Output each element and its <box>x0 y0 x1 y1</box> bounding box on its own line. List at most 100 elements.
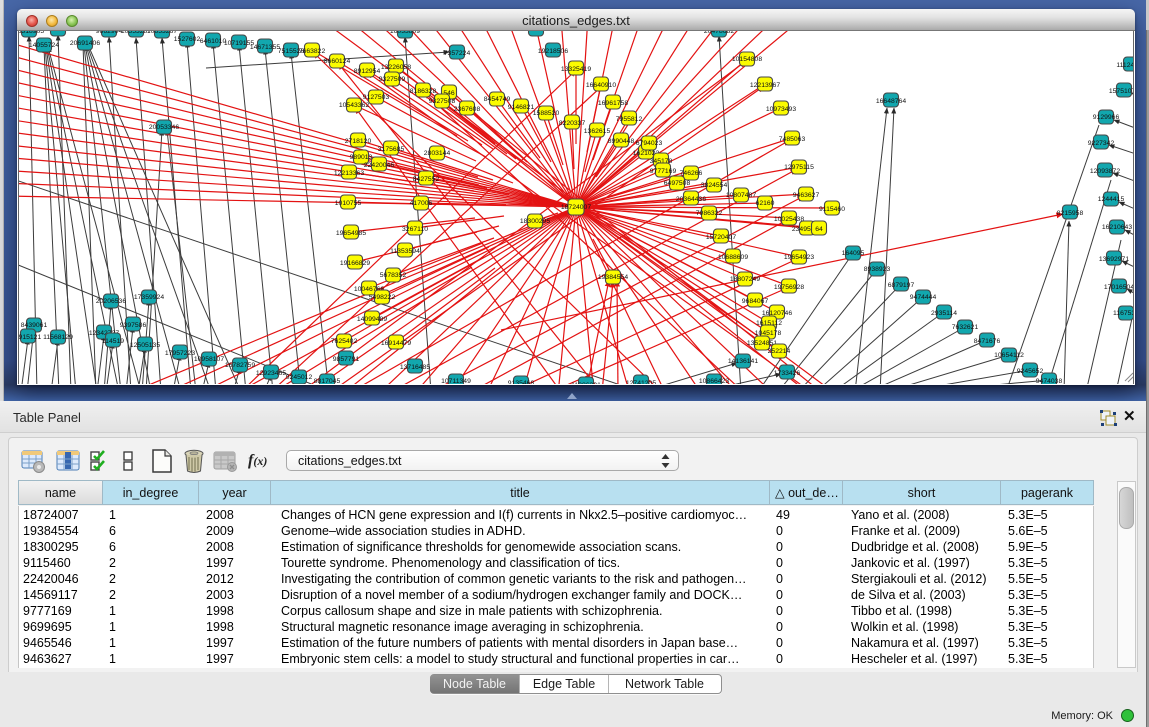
svg-text:9474038: 9474038 <box>1036 378 1063 384</box>
svg-text:16033809: 16033809 <box>390 31 420 35</box>
svg-text:12213967: 12213967 <box>750 82 780 89</box>
svg-text:2367608: 2367608 <box>454 106 481 113</box>
svg-text:9777169: 9777169 <box>650 168 677 175</box>
svg-text:10973493: 10973493 <box>766 106 796 113</box>
svg-text:8454749: 8454749 <box>484 96 511 103</box>
svg-text:8439061: 8439061 <box>21 322 48 329</box>
svg-text:17957223: 17957223 <box>165 350 195 357</box>
svg-text:15720407: 15720407 <box>706 234 736 241</box>
svg-text:16210643: 16210643 <box>1102 224 1132 231</box>
svg-text:16318905: 16318905 <box>19 31 44 35</box>
svg-text:64: 64 <box>815 226 823 233</box>
svg-text:19384554: 19384554 <box>598 274 628 281</box>
svg-text:10688609: 10688609 <box>718 254 748 261</box>
svg-text:12975115: 12975115 <box>784 164 814 171</box>
svg-text:14136141: 14136141 <box>728 358 758 365</box>
svg-text:9684067: 9684067 <box>742 298 769 305</box>
svg-text:8220337: 8220337 <box>559 120 586 127</box>
svg-text:19654985: 19654985 <box>336 230 366 237</box>
svg-text:3824554: 3824554 <box>701 182 728 189</box>
svg-text:9127503: 9127503 <box>363 94 390 101</box>
svg-text:1588520: 1588520 <box>533 110 560 117</box>
svg-text:12505135: 12505135 <box>130 342 160 349</box>
svg-text:18300295: 18300295 <box>520 218 550 225</box>
svg-text:3175685: 3175685 <box>378 146 405 153</box>
svg-text:7986322: 7986322 <box>696 210 723 217</box>
svg-text:19654923: 19654923 <box>784 254 814 261</box>
svg-text:9327509: 9327509 <box>379 76 406 83</box>
svg-text:252214: 252214 <box>768 348 791 355</box>
svg-text:9857791: 9857791 <box>333 356 360 363</box>
svg-text:9245652: 9245652 <box>1017 368 1044 375</box>
svg-text:10653267: 10653267 <box>147 31 177 35</box>
svg-text:19218506: 19218506 <box>538 48 568 55</box>
svg-text:13226058: 13226058 <box>381 64 411 71</box>
svg-text:6794023: 6794023 <box>636 140 663 147</box>
svg-text:7955812: 7955812 <box>616 116 643 123</box>
svg-text:62160: 62160 <box>756 200 775 207</box>
svg-text:2803144: 2803144 <box>424 150 451 157</box>
svg-text:10866423: 10866423 <box>699 378 729 384</box>
svg-text:7357224: 7357224 <box>444 50 471 57</box>
svg-text:14055724: 14055724 <box>29 42 59 49</box>
svg-text:2718120: 2718120 <box>345 138 372 145</box>
svg-text:14671355: 14671355 <box>250 44 280 51</box>
svg-text:10154808: 10154808 <box>732 56 762 63</box>
svg-text:1010755: 1010755 <box>335 200 362 207</box>
svg-text:20053346: 20053346 <box>149 124 179 131</box>
svg-text:12923465: 12923465 <box>256 370 286 377</box>
svg-text:9397586: 9397586 <box>120 322 147 329</box>
svg-text:11124504: 11124504 <box>1116 62 1134 69</box>
svg-text:20206536: 20206536 <box>96 298 126 305</box>
svg-text:9146821: 9146821 <box>508 104 535 111</box>
svg-text:8990448: 8990448 <box>608 138 635 145</box>
svg-text:989013: 989013 <box>350 154 373 161</box>
svg-text:17016504: 17016504 <box>1104 284 1134 291</box>
svg-text:10654112: 10654112 <box>994 352 1024 359</box>
svg-text:13325419: 13325419 <box>561 66 591 73</box>
svg-text:9463627: 9463627 <box>793 192 820 199</box>
svg-text:11086391: 11086391 <box>571 382 601 384</box>
svg-text:10807487: 10807487 <box>726 192 756 199</box>
svg-text:11568129: 11568129 <box>43 334 73 341</box>
svg-text:1244415: 1244415 <box>1098 196 1125 203</box>
svg-text:9129966: 9129966 <box>1093 114 1120 121</box>
svg-text:1167533: 1167533 <box>1113 310 1134 317</box>
svg-text:20478682: 20478682 <box>704 31 734 35</box>
svg-text:8660124: 8660124 <box>324 58 351 65</box>
svg-text:6497508: 6497508 <box>664 180 691 187</box>
svg-text:10711349: 10711349 <box>441 378 471 384</box>
svg-text:8210765: 8210765 <box>45 31 72 33</box>
svg-text:9245012: 9245012 <box>286 374 313 381</box>
svg-text:8186328: 8186328 <box>410 88 437 95</box>
svg-text:5678352: 5678352 <box>380 272 407 279</box>
svg-text:12093872: 12093872 <box>1090 168 1120 175</box>
svg-text:19166829: 19166829 <box>340 260 370 267</box>
svg-text:16648764: 16648764 <box>876 98 906 105</box>
svg-text:5498222: 5498222 <box>369 294 396 301</box>
svg-text:417006: 417006 <box>410 200 433 207</box>
svg-text:18807249: 18807249 <box>730 276 760 283</box>
svg-text:114519: 114519 <box>102 338 124 345</box>
svg-text:13692971: 13692971 <box>1099 256 1129 263</box>
svg-text:3915121: 3915121 <box>19 334 41 341</box>
svg-text:1362615: 1362615 <box>584 128 611 135</box>
svg-text:9115460: 9115460 <box>819 206 845 213</box>
svg-text:16961758: 16961758 <box>598 100 628 107</box>
svg-text:3267110: 3267110 <box>402 226 428 233</box>
svg-text:8813054: 8813054 <box>523 31 550 33</box>
svg-text:8427552: 8427552 <box>413 176 440 183</box>
svg-text:7632621: 7632621 <box>952 324 979 331</box>
svg-text:7625402: 7625402 <box>331 338 358 345</box>
svg-text:18724007: 18724007 <box>561 204 591 211</box>
svg-text:20691406: 20691406 <box>70 40 100 47</box>
svg-text:9662904: 9662904 <box>96 31 123 35</box>
svg-text:9135468: 9135468 <box>508 380 535 384</box>
svg-text:9474444: 9474444 <box>910 294 937 301</box>
svg-text:9327508: 9327508 <box>429 98 456 105</box>
svg-text:8912954: 8912954 <box>354 68 381 75</box>
svg-text:9227342: 9227342 <box>1088 140 1115 147</box>
svg-text:15751074: 15751074 <box>1109 88 1134 95</box>
svg-text:20364436: 20364436 <box>676 196 706 203</box>
svg-text:1527602: 1527602 <box>174 36 201 43</box>
